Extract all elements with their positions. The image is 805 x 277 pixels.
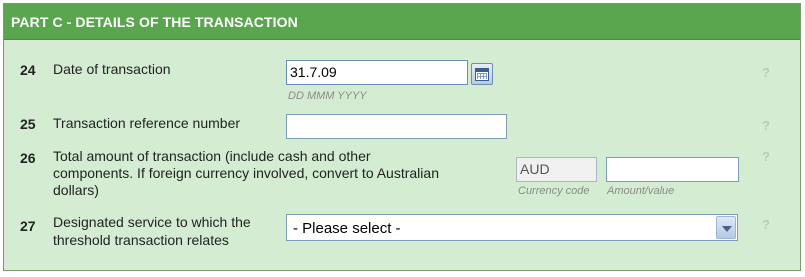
- help-icon-27[interactable]: ?: [762, 217, 770, 232]
- designated-service-label-line2: threshold transaction relates: [53, 232, 229, 248]
- row-26-number: 26: [20, 150, 36, 166]
- help-icon-24[interactable]: ?: [762, 65, 770, 80]
- total-amount-label-line3: dollars): [53, 182, 99, 198]
- row-25-number: 25: [20, 116, 36, 132]
- currency-code-hint: Currency code: [518, 185, 590, 197]
- section-header: PART C - DETAILS OF THE TRANSACTION: [4, 4, 800, 40]
- currency-code-field: AUD: [516, 157, 597, 182]
- amount-value-input[interactable]: [606, 157, 739, 182]
- help-icon-25[interactable]: ?: [762, 118, 770, 133]
- designated-service-label-line1: Designated service to which the: [53, 214, 251, 230]
- designated-service-select[interactable]: - Please select -: [286, 214, 738, 241]
- chevron-down-icon[interactable]: [716, 216, 736, 239]
- help-icon-26[interactable]: ?: [762, 149, 770, 164]
- date-of-transaction-input[interactable]: 31.7.09: [286, 60, 468, 85]
- transaction-reference-label: Transaction reference number: [53, 115, 241, 131]
- row-27-number: 27: [20, 218, 36, 234]
- transaction-details-panel: PART C - DETAILS OF THE TRANSACTION 24 D…: [3, 3, 801, 271]
- row-24-number: 24: [20, 62, 36, 78]
- date-format-hint: DD MMM YYYY: [288, 90, 367, 102]
- total-amount-label-line1: Total amount of transaction (include cas…: [53, 148, 371, 164]
- amount-value-hint: Amount/value: [607, 185, 675, 197]
- calendar-icon[interactable]: [471, 63, 493, 85]
- total-amount-label-line2: components. If foreign currency involved…: [53, 165, 439, 181]
- date-of-transaction-label: Date of transaction: [53, 61, 171, 77]
- transaction-reference-input[interactable]: [286, 114, 507, 139]
- designated-service-selected: - Please select -: [293, 220, 401, 237]
